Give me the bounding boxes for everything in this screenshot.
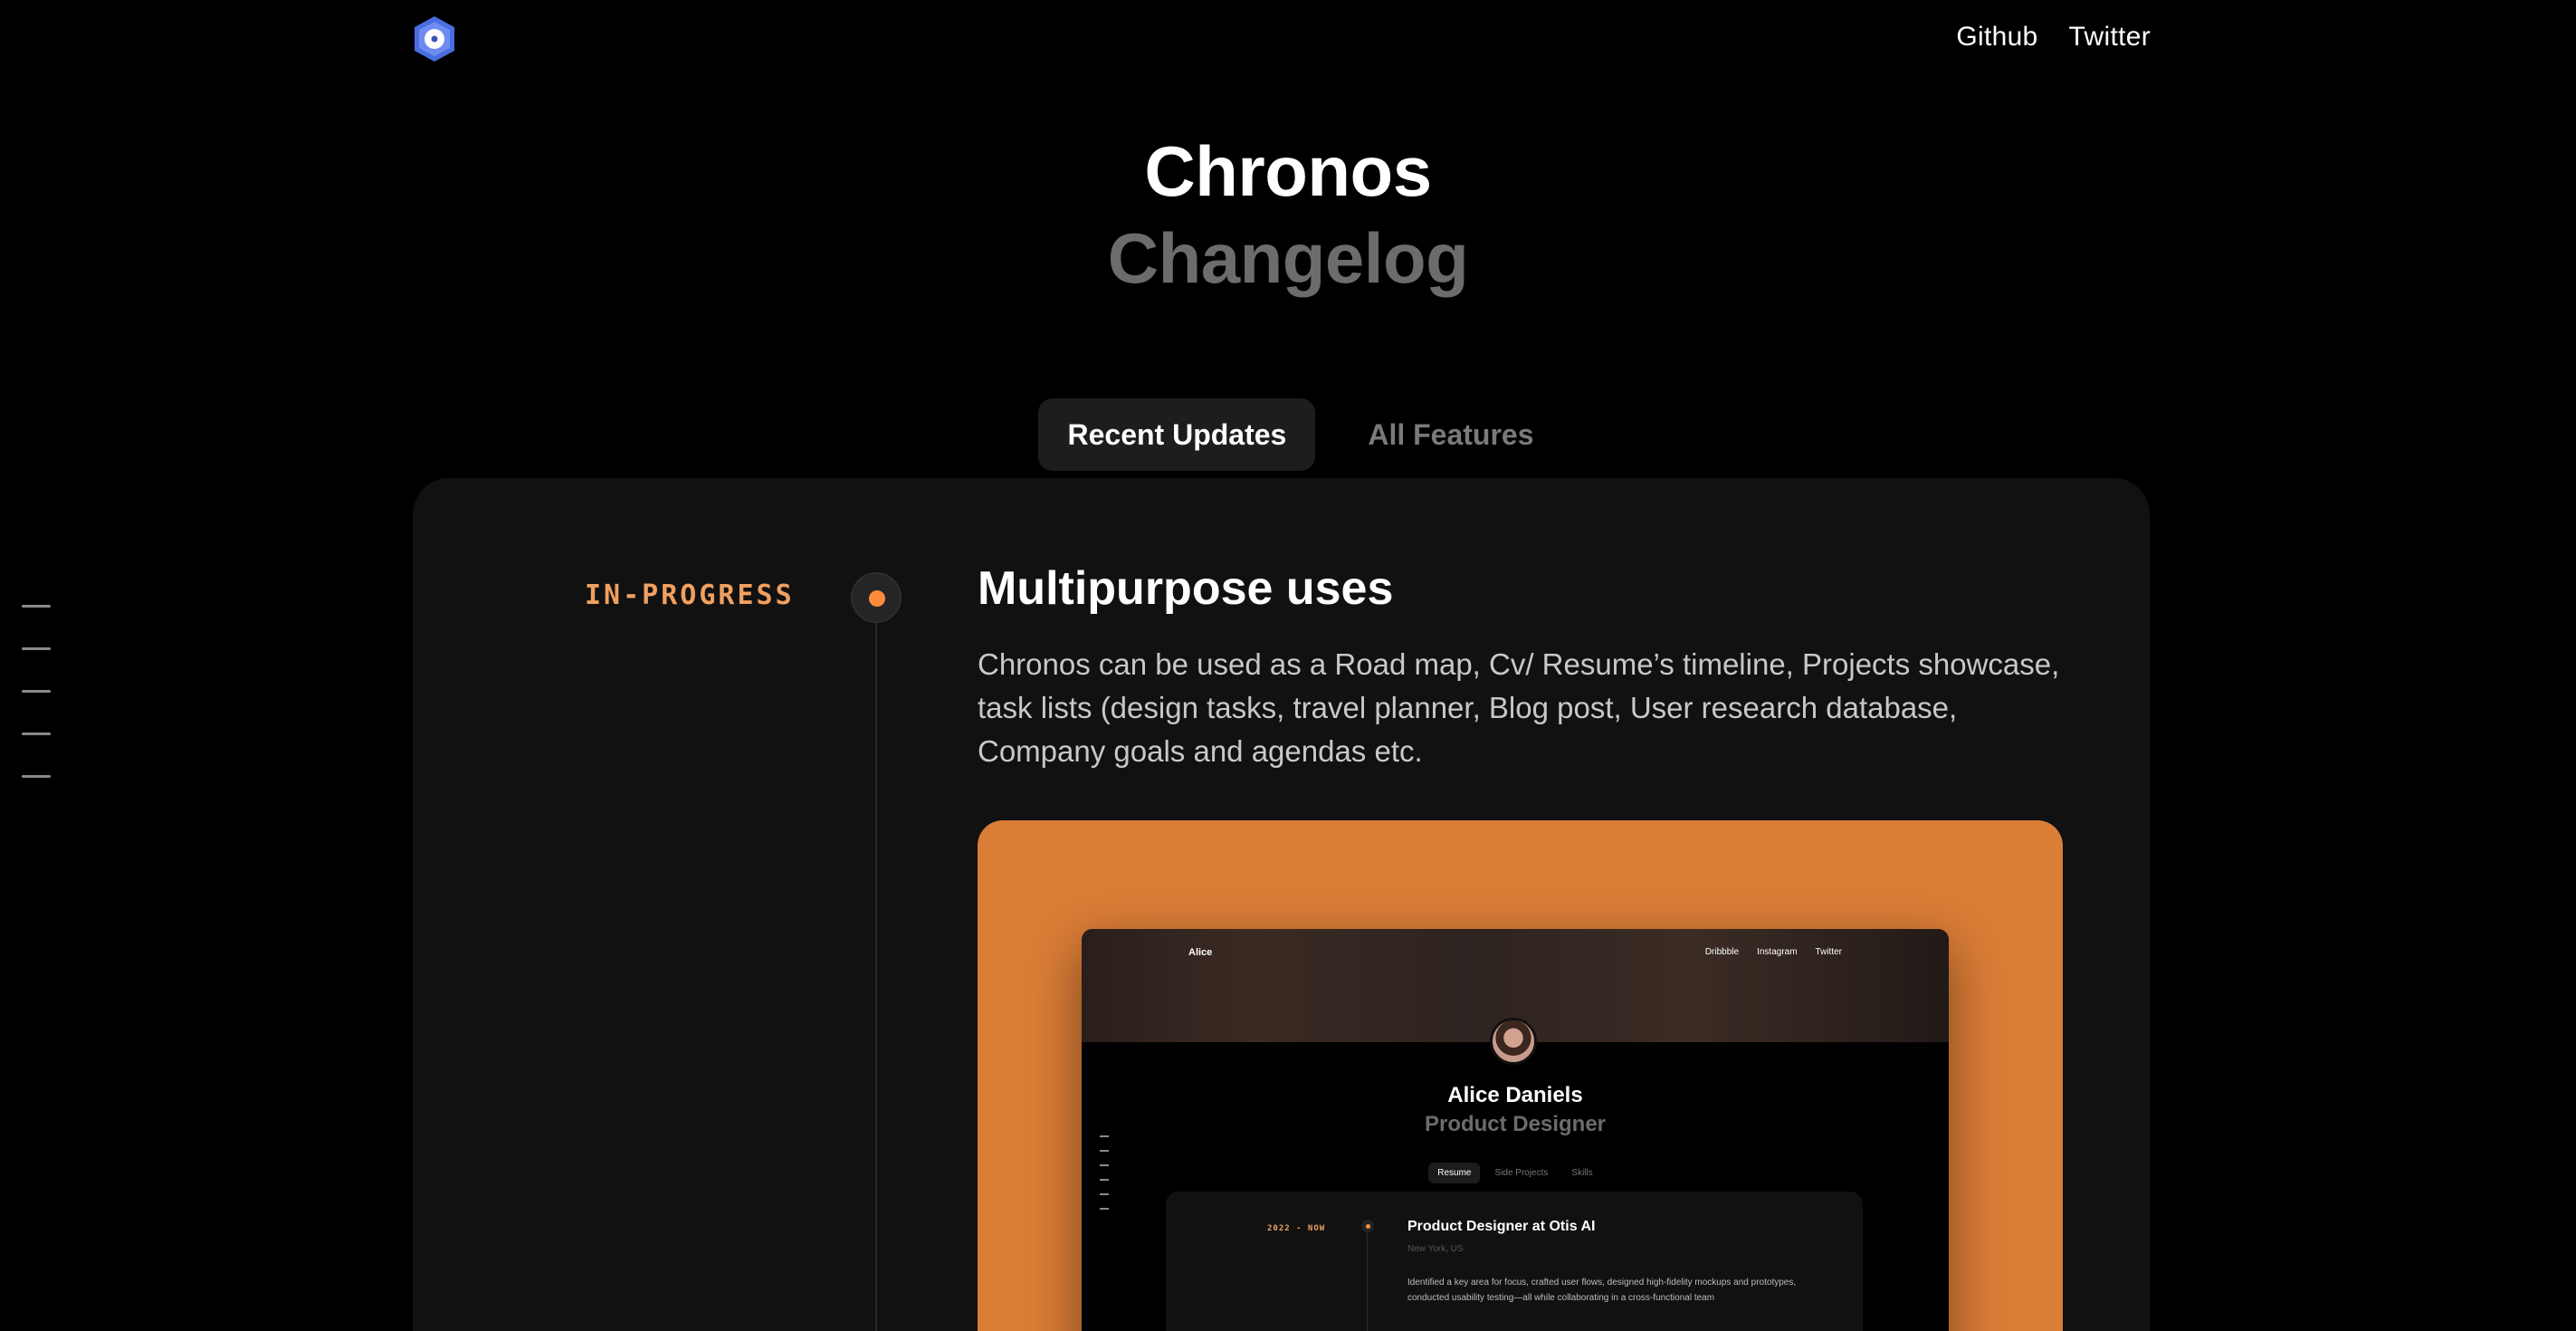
twitter-link[interactable]: Twitter — [2069, 22, 2151, 53]
preview-side-nav-item — [1100, 1164, 1109, 1166]
github-link[interactable]: Github — [1956, 22, 2037, 53]
preview-timeline-dot — [1361, 1220, 1374, 1232]
preview-side-nav — [1100, 1135, 1109, 1210]
status-label: IN-PROGRESS — [585, 579, 795, 611]
tab-all-features[interactable]: All Features — [1339, 398, 1562, 471]
logo-icon[interactable] — [410, 14, 459, 63]
preview-tab-skills: Skills — [1571, 1168, 1593, 1178]
preview-tab-resume: Resume — [1428, 1163, 1481, 1183]
preview-nav-twitter: Twitter — [1815, 947, 1842, 957]
page-title: Chronos — [1144, 131, 1432, 211]
showcase-image: Alice Dribbble Instagram Twitter Alice D… — [978, 820, 2063, 1331]
preview-side-nav-item — [1100, 1208, 1109, 1210]
preview-panel — [1166, 1192, 1863, 1331]
preview-job-title: Product Designer at Otis AI — [1407, 1219, 1596, 1234]
preview-tabs: Resume Side Projects Skills — [1082, 1163, 1949, 1183]
entry-title: Multipurpose uses — [978, 562, 1394, 615]
preview-side-nav-item — [1100, 1135, 1109, 1137]
preview-side-nav-item — [1100, 1150, 1109, 1152]
side-nav-item[interactable] — [22, 775, 51, 778]
timeline-line — [875, 623, 877, 1331]
preview-job-description: Identified a key area for focus, crafted… — [1407, 1278, 1797, 1303]
avatar — [1490, 1018, 1537, 1065]
preview-tab-side-projects: Side Projects — [1494, 1168, 1549, 1178]
tab-recent-updates[interactable]: Recent Updates — [1038, 398, 1316, 471]
entry-description: Chronos can be used as a Road map, Cv/ R… — [978, 647, 2060, 768]
preview-nav: Dribbble Instagram Twitter — [1705, 947, 1842, 957]
side-nav-item[interactable] — [22, 733, 51, 735]
side-nav-item[interactable] — [22, 690, 51, 693]
preview-nav-dribbble: Dribbble — [1704, 947, 1740, 957]
preview-nav-instagram: Instagram — [1757, 947, 1798, 957]
preview-screenshot: Alice Dribbble Instagram Twitter Alice D… — [1082, 929, 1949, 1331]
preview-side-nav-item — [1100, 1193, 1109, 1195]
preview-date: 2022 - NOW — [1267, 1224, 1326, 1233]
timeline-dot — [851, 572, 902, 623]
preview-brand: Alice — [1188, 947, 1213, 958]
preview-side-nav-item — [1100, 1179, 1109, 1181]
page-subtitle: Changelog — [1107, 218, 1469, 298]
side-nav-item[interactable] — [22, 605, 51, 608]
side-nav-item[interactable] — [22, 647, 51, 650]
preview-role: Product Designer — [1424, 1112, 1607, 1136]
tab-bar: Recent Updates All Features — [0, 398, 2576, 471]
preview-name: Alice Daniels — [1447, 1083, 1583, 1107]
top-nav: Github Twitter — [1956, 22, 2151, 53]
side-navigation — [22, 605, 51, 778]
preview-location: New York, US — [1407, 1244, 1464, 1254]
preview-timeline-line — [1367, 1232, 1368, 1331]
